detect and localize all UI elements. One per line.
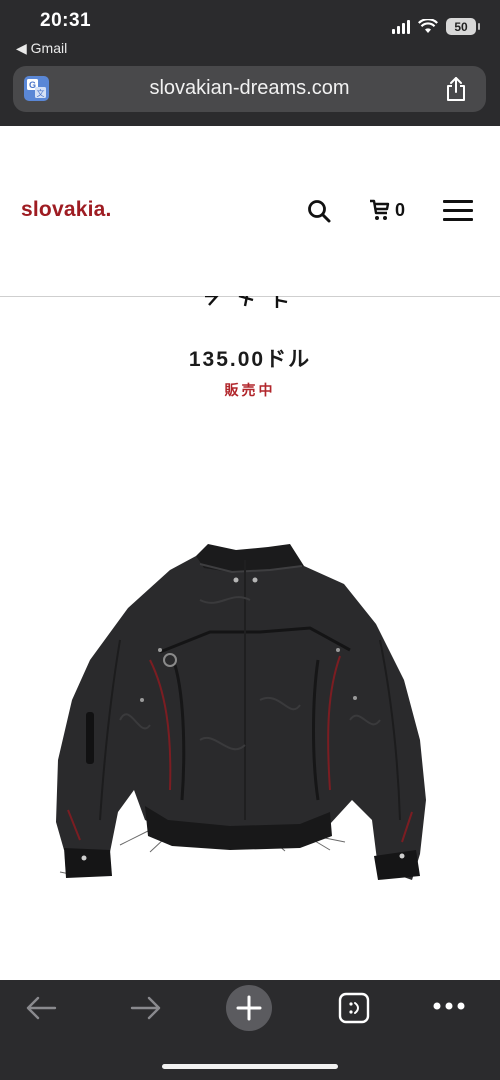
site-header: slovakia. 0 xyxy=(0,126,500,297)
logo-text: slovakia xyxy=(21,198,106,221)
hamburger-menu-icon[interactable] xyxy=(443,200,473,222)
share-icon[interactable] xyxy=(444,76,468,102)
stock-status: 販売中 xyxy=(224,382,276,398)
plus-icon[interactable] xyxy=(226,985,272,1031)
search-icon[interactable] xyxy=(306,198,332,224)
tabs-icon[interactable] xyxy=(338,992,370,1024)
url-text[interactable]: slovakian-dreams.com xyxy=(13,77,486,100)
battery-indicator: 50 xyxy=(446,18,480,35)
site-logo[interactable]: slovakia. xyxy=(21,198,112,222)
arrow-right-icon[interactable] xyxy=(129,994,163,1022)
cart-button[interactable]: 0 xyxy=(368,198,405,222)
arrow-left-icon[interactable] xyxy=(24,994,58,1022)
status-icons: 50 xyxy=(392,18,480,35)
home-indicator[interactable] xyxy=(162,1064,338,1069)
browser-chrome: 20:31 ◀ Gmail 50 G 文 slovakian-dreams.co… xyxy=(0,0,500,126)
product-image[interactable] xyxy=(0,520,500,910)
more-icon[interactable] xyxy=(432,1000,466,1012)
status-time: 20:31 xyxy=(40,10,92,31)
wifi-icon xyxy=(418,19,438,33)
cart-count: 0 xyxy=(395,199,406,220)
logo-dot: . xyxy=(105,198,112,221)
back-to-gmail-link[interactable]: ◀ Gmail xyxy=(16,40,67,57)
signal-icon xyxy=(392,19,410,34)
cart-icon xyxy=(370,199,390,220)
product-title-partial xyxy=(0,296,500,310)
product-price: 135.00ドル xyxy=(188,348,312,371)
address-bar[interactable]: G 文 slovakian-dreams.com xyxy=(13,66,486,112)
